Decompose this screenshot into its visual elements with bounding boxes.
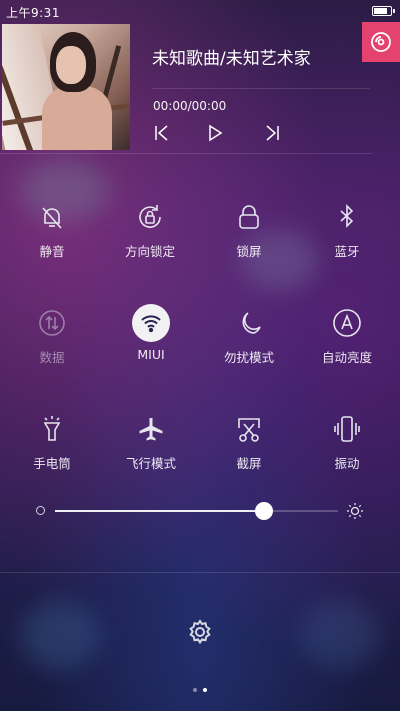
battery-fill bbox=[374, 8, 387, 14]
brightness-high-icon bbox=[347, 503, 363, 519]
battery-icon bbox=[372, 6, 395, 16]
toggle-label: 方向锁定 bbox=[124, 244, 175, 259]
screenshot-icon bbox=[230, 410, 268, 448]
toggle-label: 飞行模式 bbox=[125, 456, 176, 471]
wifi-icon bbox=[132, 304, 170, 342]
music-disc-icon bbox=[371, 32, 391, 52]
airplane-icon bbox=[132, 410, 170, 448]
song-title[interactable]: 未知歌曲/未知艺术家 bbox=[152, 44, 311, 69]
background-blur bbox=[300, 600, 380, 670]
lock-icon bbox=[230, 198, 268, 236]
brightness-thumb[interactable] bbox=[255, 502, 273, 520]
previous-button[interactable] bbox=[151, 122, 173, 144]
album-cover[interactable] bbox=[2, 24, 130, 150]
toggle-bluetooth[interactable]: 蓝牙 bbox=[297, 198, 397, 268]
music-divider bbox=[152, 88, 370, 89]
toggle-label: 振动 bbox=[334, 456, 360, 471]
toggle-lock-screen[interactable]: 锁屏 bbox=[199, 198, 299, 268]
play-button[interactable] bbox=[204, 122, 226, 144]
toggle-auto-brightness[interactable]: 自动亮度 bbox=[297, 304, 397, 374]
brightness-fill bbox=[55, 510, 264, 512]
toggle-do-not-disturb[interactable]: 勿扰模式 bbox=[199, 304, 299, 374]
toggle-label: 勿扰模式 bbox=[223, 350, 274, 365]
brightness-low-icon bbox=[36, 506, 45, 515]
status-bar: 上午9:31 bbox=[0, 0, 400, 22]
toggle-label: 截屏 bbox=[236, 456, 262, 471]
toggle-label: 蓝牙 bbox=[334, 244, 360, 259]
toggle-label: 静音 bbox=[39, 244, 65, 259]
toggle-wifi[interactable]: MIUI bbox=[101, 304, 201, 374]
page-indicator bbox=[0, 677, 400, 696]
rotation-lock-icon bbox=[131, 198, 169, 236]
toggle-vibrate[interactable]: 振动 bbox=[297, 410, 397, 480]
background-blur bbox=[20, 600, 100, 670]
settings-gear-icon[interactable] bbox=[187, 619, 213, 645]
toggle-label: 数据 bbox=[39, 350, 65, 365]
cover-detail bbox=[56, 46, 86, 84]
toggle-screenshot[interactable]: 截屏 bbox=[199, 410, 299, 480]
next-button[interactable] bbox=[261, 122, 283, 144]
toggle-rotation-lock[interactable]: 方向锁定 bbox=[100, 198, 200, 268]
flashlight-icon bbox=[33, 410, 71, 448]
page-dot bbox=[193, 688, 197, 692]
toggle-label: 手电筒 bbox=[33, 456, 71, 471]
toggle-mobile-data[interactable]: 数据 bbox=[2, 304, 102, 374]
toggle-flashlight[interactable]: 手电筒 bbox=[2, 410, 102, 480]
toggle-label: 自动亮度 bbox=[321, 350, 372, 365]
toggle-label: MIUI bbox=[137, 347, 165, 362]
page-dot bbox=[203, 688, 207, 692]
auto-brightness-icon bbox=[328, 304, 366, 342]
moon-icon bbox=[230, 304, 268, 342]
bluetooth-icon bbox=[328, 198, 366, 236]
brightness-slider[interactable] bbox=[55, 502, 338, 520]
previous-icon bbox=[155, 125, 168, 141]
mobile-data-icon bbox=[33, 304, 71, 342]
cover-detail bbox=[42, 86, 112, 150]
next-icon bbox=[266, 125, 279, 141]
playback-time: 00:00/00:00 bbox=[153, 99, 227, 113]
mute-bell-icon bbox=[33, 198, 71, 236]
music-app-button[interactable] bbox=[362, 22, 400, 62]
section-divider bbox=[0, 153, 372, 154]
play-icon bbox=[209, 124, 223, 142]
status-time: 上午9:31 bbox=[6, 6, 60, 20]
toggle-airplane-mode[interactable]: 飞行模式 bbox=[101, 410, 201, 480]
toggle-label: 锁屏 bbox=[236, 244, 262, 259]
section-divider bbox=[0, 572, 400, 573]
vibrate-icon bbox=[328, 410, 366, 448]
toggle-mute[interactable]: 静音 bbox=[2, 198, 102, 268]
